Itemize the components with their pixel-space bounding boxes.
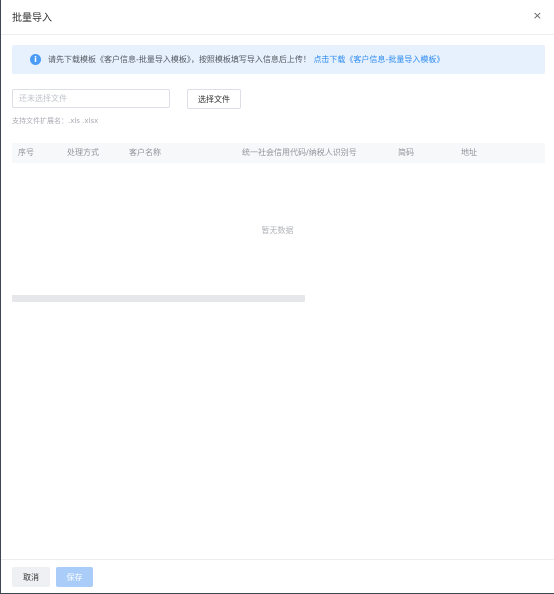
dialog-title: 批量导入 xyxy=(12,13,52,24)
column-header-customer-name: 客户名称 xyxy=(129,148,161,157)
file-extension-hint: 支持文件扩展名：.xls .xlsx xyxy=(12,117,99,125)
choose-file-button[interactable]: 选择文件 xyxy=(187,89,241,109)
column-header-processing: 处理方式 xyxy=(67,148,99,157)
dialog-header: 批量导入 × xyxy=(1,0,554,35)
download-template-link[interactable]: 点击下载《客户信息-批量导入模板》 xyxy=(313,55,444,64)
column-header-credit-code: 统一社会信用代码/纳税人识别号 xyxy=(242,148,357,157)
close-icon[interactable]: × xyxy=(533,10,542,22)
dialog-footer: 取消 保存 xyxy=(1,559,554,594)
column-header-short-code: 简码 xyxy=(398,148,414,157)
column-header-index: 序号 xyxy=(18,148,34,157)
save-button[interactable]: 保存 xyxy=(56,567,93,587)
batch-import-dialog: 批量导入 × i 请先下载模板《客户信息-批量导入模板》，按照模板填写导入信息后… xyxy=(1,0,554,593)
info-icon: i xyxy=(30,54,41,65)
cancel-button[interactable]: 取消 xyxy=(12,567,50,587)
file-path-input[interactable] xyxy=(12,89,170,108)
template-notice: i 请先下载模板《客户信息-批量导入模板》，按照模板填写导入信息后上传！ 点击下… xyxy=(12,45,545,74)
notice-text: 请先下载模板《客户信息-批量导入模板》，按照模板填写导入信息后上传！ xyxy=(48,55,311,64)
table-header: 序号 处理方式 客户名称 统一社会信用代码/纳税人识别号 简码 地址 xyxy=(12,143,545,163)
horizontal-scrollbar[interactable] xyxy=(12,295,305,302)
notice-message: 请先下载模板《客户信息-批量导入模板》，按照模板填写导入信息后上传！ 点击下载《… xyxy=(48,54,444,65)
empty-table-text: 暂无数据 xyxy=(261,226,294,235)
column-header-address: 地址 xyxy=(461,148,477,157)
